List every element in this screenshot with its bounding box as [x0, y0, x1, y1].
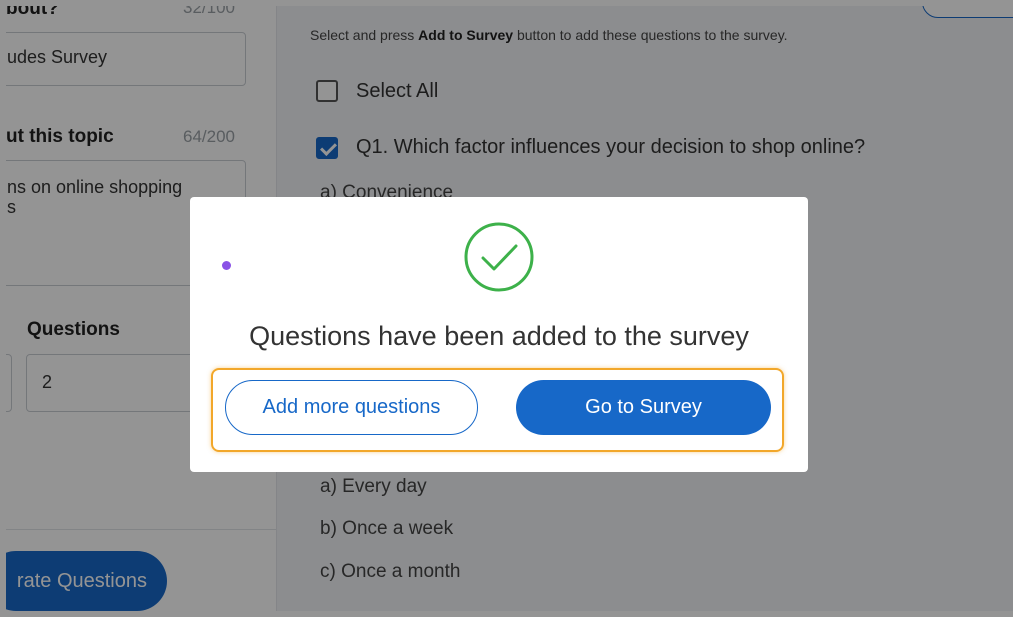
go-to-survey-button[interactable]: Go to Survey: [516, 380, 771, 435]
dialog-message: Questions have been added to the survey: [249, 321, 749, 351]
status-dot: [222, 261, 231, 270]
go-to-survey-label: Go to Survey: [585, 396, 702, 418]
success-dialog: Questions have been added to the survey …: [190, 197, 808, 472]
app-frame: bout? 32/100 udes Survey ut this topic 6…: [0, 0, 1013, 617]
add-more-questions-button[interactable]: Add more questions: [225, 380, 478, 435]
add-more-questions-label: Add more questions: [262, 396, 441, 418]
check-circle-icon: [464, 222, 534, 292]
